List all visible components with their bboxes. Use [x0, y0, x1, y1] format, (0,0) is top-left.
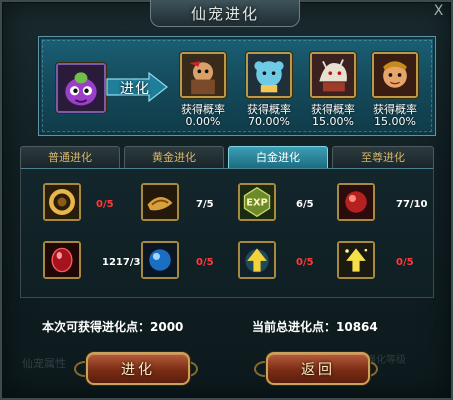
rate-value-1: 0.00%	[185, 115, 221, 128]
tab-supreme[interactable]: 至尊进化	[332, 146, 434, 168]
yellow-arrow-sparkle-icon	[339, 243, 373, 277]
red-orb-icon	[45, 243, 79, 277]
tab-platinum[interactable]: 白金进化	[228, 146, 328, 168]
rate-value-2: 70.00%	[248, 115, 290, 128]
material-slot-red-gem[interactable]	[337, 183, 375, 221]
svg-text:EXP: EXP	[246, 198, 268, 209]
back-button[interactable]: 返回	[266, 352, 370, 385]
evolve-button[interactable]: 进化	[86, 352, 190, 385]
current-pet-slot[interactable]	[56, 63, 106, 113]
material-slot-exp[interactable]: EXP	[238, 183, 276, 221]
target-pet-slot-1[interactable]	[180, 52, 226, 98]
golden-armor-icon	[143, 185, 177, 219]
gold-ring-icon	[45, 185, 79, 219]
material-count-3: 6/5	[296, 199, 314, 210]
blue-orb-icon	[143, 243, 177, 277]
yellow-arrow-icon	[240, 243, 274, 277]
gain-points-label: 本次可获得进化点：2000	[42, 320, 184, 334]
window-title-plate: 仙宠进化	[150, 0, 300, 27]
window-title: 仙宠进化	[190, 4, 259, 23]
material-slot-blue-orb[interactable]	[141, 241, 179, 279]
evolve-button-label: 进化	[121, 361, 155, 378]
close-button[interactable]: X	[430, 3, 447, 20]
target-pet-slot-3[interactable]	[310, 52, 356, 98]
target-pet-slot-2[interactable]	[246, 52, 292, 98]
blue-baby-icon	[248, 54, 290, 96]
white-dragon-icon	[312, 54, 354, 96]
material-slot-yellow-arrow-sparkle[interactable]	[337, 241, 375, 279]
material-slot-red-orb[interactable]	[43, 241, 81, 279]
material-count-1: 0/5	[96, 199, 114, 210]
rate-value-4: 15.00%	[374, 115, 416, 128]
red-gem-icon	[339, 185, 373, 219]
purple-pet-icon	[58, 65, 104, 111]
target-pet-slot-4[interactable]	[372, 52, 418, 98]
background-ghost-text: 仙宠属性	[22, 357, 66, 370]
evolve-arrow-label: 进化	[120, 81, 150, 97]
material-slot-yellow-arrow[interactable]	[238, 241, 276, 279]
material-count-4: 77/10	[396, 199, 428, 210]
tab-normal[interactable]: 普通进化	[20, 146, 120, 168]
material-slot-gold-ring[interactable]	[43, 183, 81, 221]
monkey-king-icon	[374, 54, 416, 96]
evolution-tabs: 普通进化 黄金进化 白金进化 至尊进化	[20, 146, 434, 168]
total-points-label: 当前总进化点：10864	[252, 320, 378, 334]
material-count-2: 7/5	[196, 199, 214, 210]
material-slot-golden-armor[interactable]	[141, 183, 179, 221]
rate-value-3: 15.00%	[312, 115, 354, 128]
material-count-6: 0/5	[196, 257, 214, 268]
back-button-label: 返回	[301, 361, 335, 378]
material-count-8: 0/5	[396, 257, 414, 268]
tab-gold[interactable]: 黄金进化	[124, 146, 224, 168]
monkey-warrior-icon	[182, 54, 224, 96]
exp-icon: EXP	[240, 185, 274, 219]
material-count-7: 0/5	[296, 257, 314, 268]
